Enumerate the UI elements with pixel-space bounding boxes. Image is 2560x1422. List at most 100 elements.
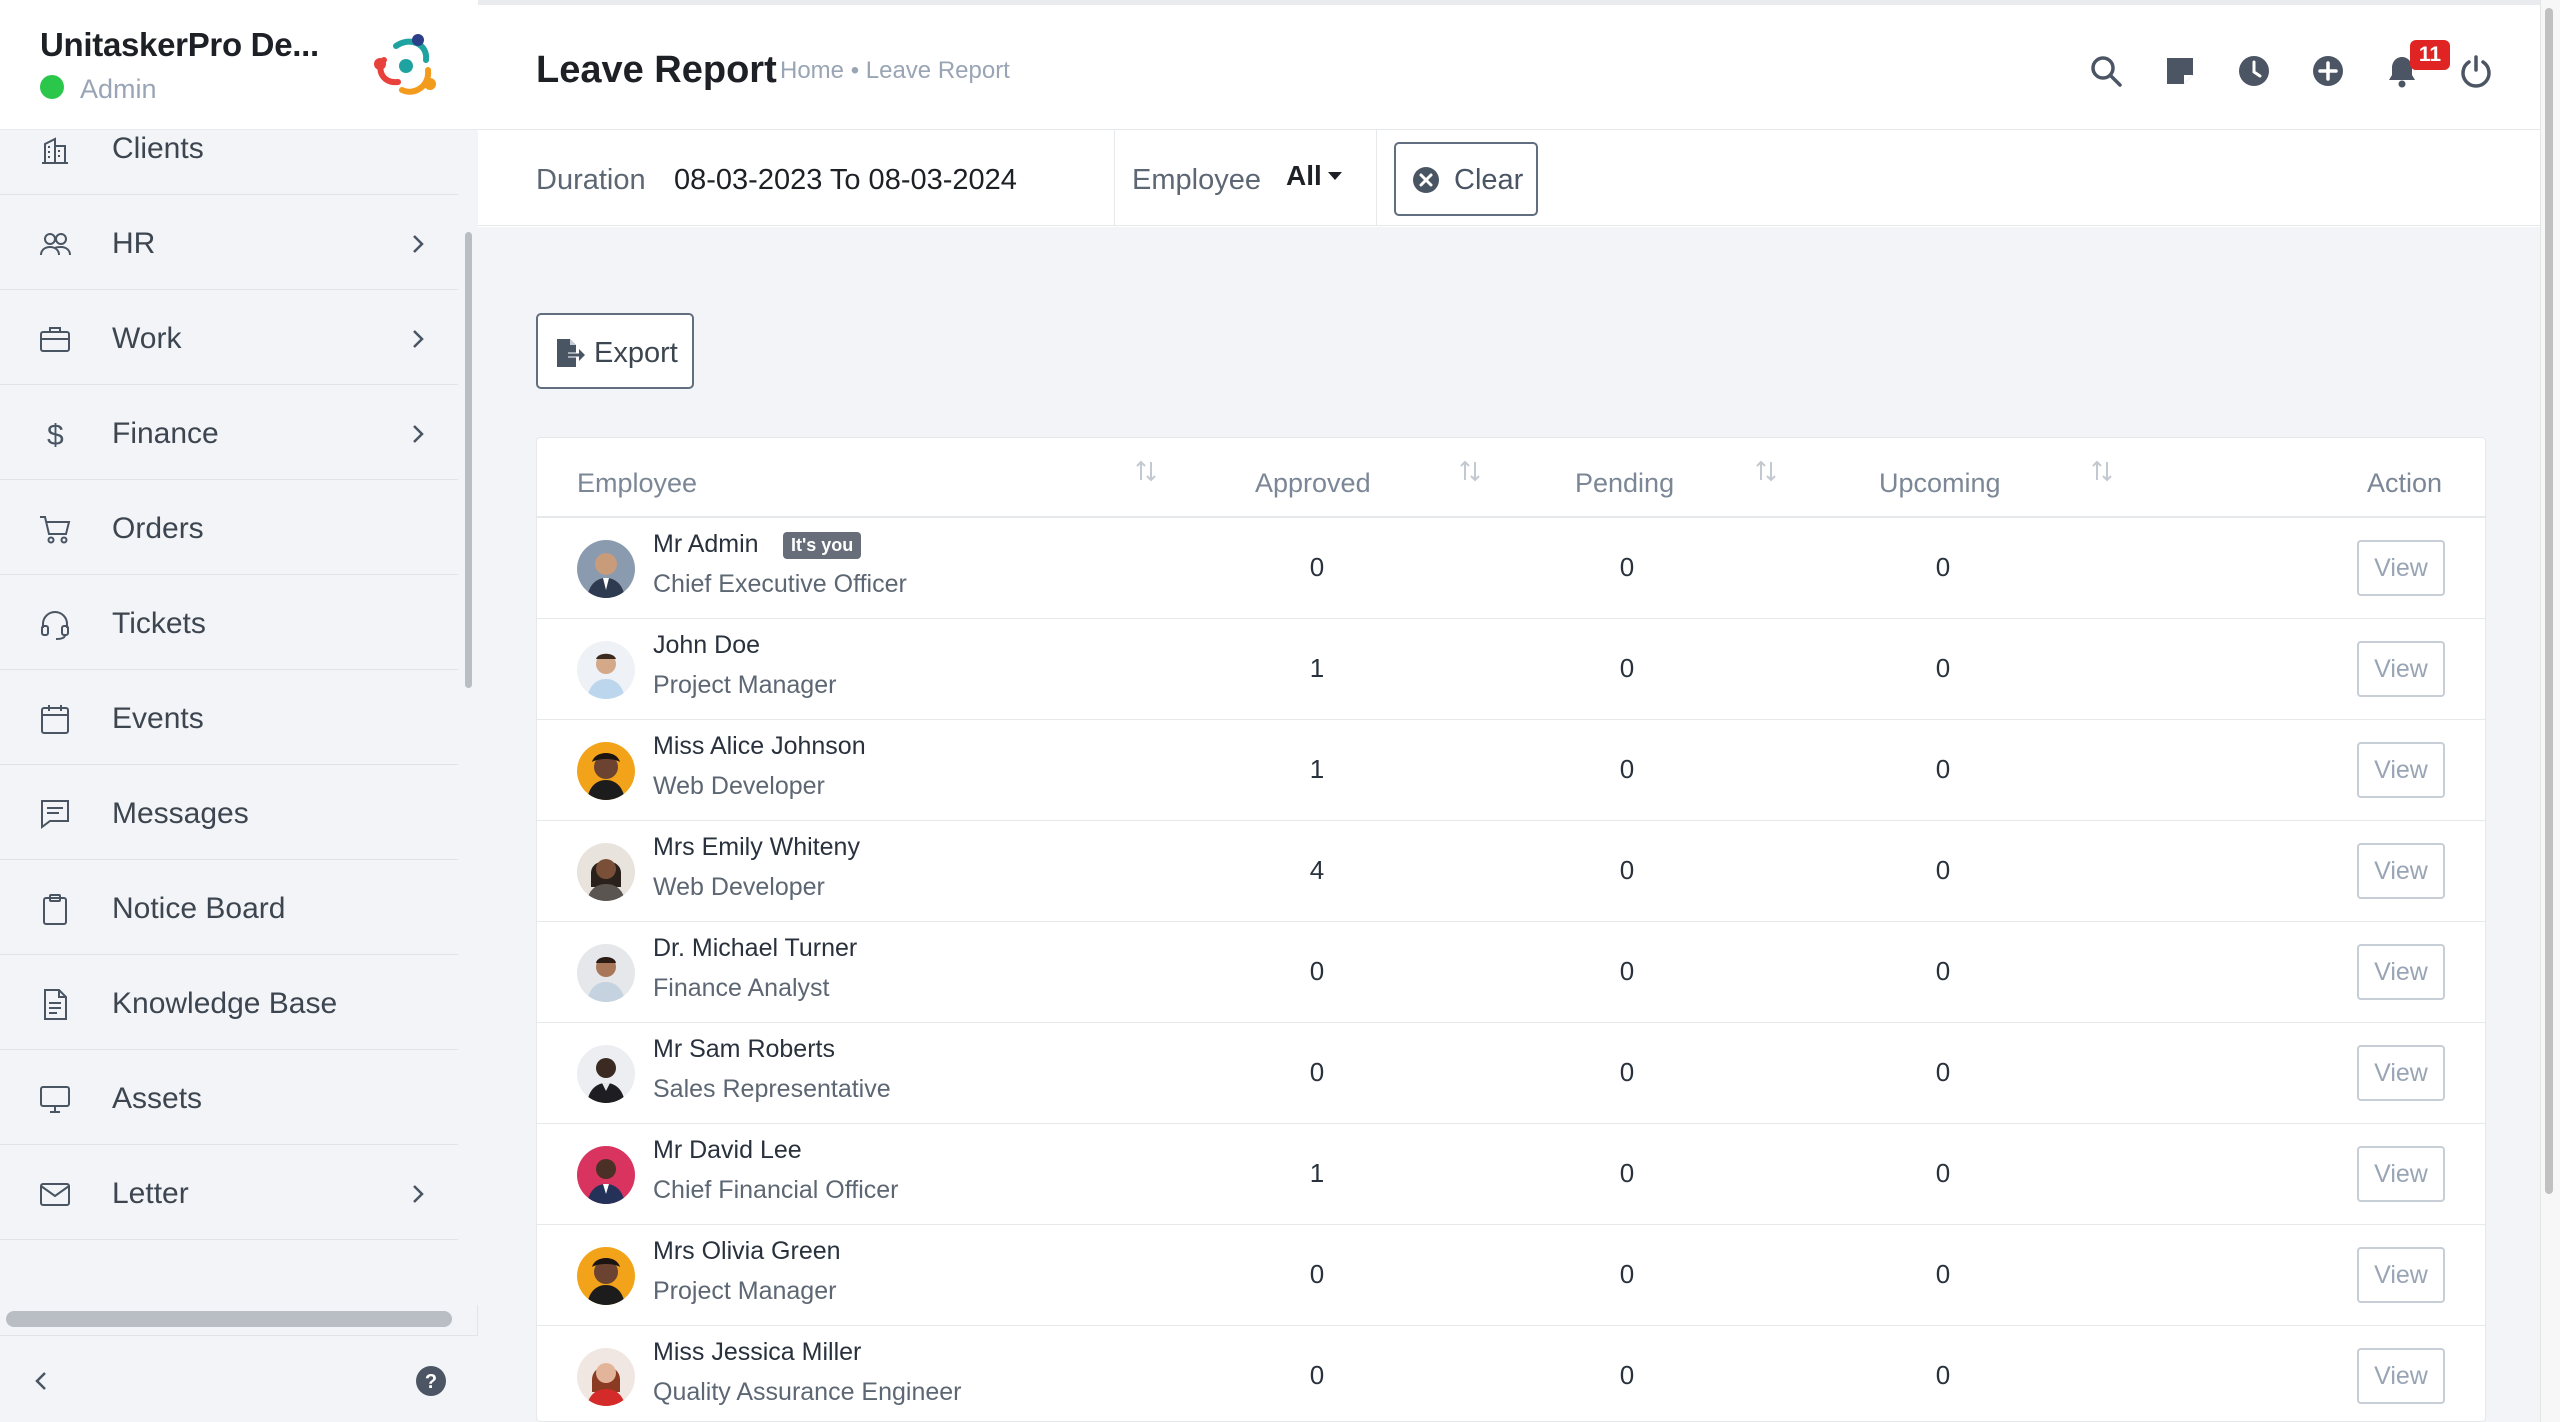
pending-count: 0 bbox=[1619, 1259, 1635, 1289]
avatar[interactable] bbox=[577, 944, 635, 1002]
search-icon[interactable] bbox=[2088, 53, 2124, 89]
avatar[interactable] bbox=[577, 843, 635, 901]
sidebar-item-knowledge-base[interactable]: Knowledge Base bbox=[0, 955, 458, 1050]
sidebar-item-orders[interactable]: Orders bbox=[0, 480, 458, 575]
sidebar-horizontal-scrollbar-thumb[interactable] bbox=[6, 1311, 452, 1327]
breadcrumb[interactable]: Home • Leave Report bbox=[780, 57, 1010, 85]
filter-divider bbox=[1114, 130, 1115, 226]
sidebar-item-label: Orders bbox=[112, 512, 204, 545]
avatar[interactable] bbox=[577, 1146, 635, 1204]
avatar[interactable] bbox=[577, 540, 635, 598]
column-header-action: Action bbox=[2367, 468, 2443, 498]
sidebar-item-events[interactable]: Events bbox=[0, 670, 458, 765]
sidebar-item-assets[interactable]: Assets bbox=[0, 1050, 458, 1145]
view-button[interactable]: View bbox=[2357, 1247, 2445, 1303]
employee-name[interactable]: Miss Jessica Miller bbox=[653, 1338, 861, 1367]
employee-filter-select[interactable]: All bbox=[1286, 160, 1342, 192]
view-button[interactable]: View bbox=[2357, 944, 2445, 1000]
plus-circle-icon[interactable] bbox=[2310, 53, 2346, 89]
view-button[interactable]: View bbox=[2357, 1348, 2445, 1404]
table-row: Mr Admin It's you Chief Executive Office… bbox=[537, 518, 2485, 619]
online-status-indicator bbox=[40, 75, 64, 99]
chevron-right-icon bbox=[406, 229, 430, 259]
avatar[interactable] bbox=[577, 1045, 635, 1103]
view-button[interactable]: View bbox=[2357, 1146, 2445, 1202]
employee-name[interactable]: Mrs Emily Whiteny bbox=[653, 833, 860, 862]
sort-icon[interactable] bbox=[1459, 458, 1481, 484]
chevron-left-icon[interactable] bbox=[28, 1366, 54, 1396]
sidebar-item-finance[interactable]: $ Finance bbox=[0, 385, 458, 480]
view-button[interactable]: View bbox=[2357, 641, 2445, 697]
employee-name[interactable]: Mrs Olivia Green bbox=[653, 1237, 841, 1266]
upcoming-count: 0 bbox=[1935, 653, 1951, 683]
export-button[interactable]: Export bbox=[536, 313, 694, 389]
company-logo[interactable] bbox=[370, 30, 442, 102]
leave-report-table: Employee Approved Pending Upcoming Actio… bbox=[536, 437, 2486, 1422]
employee-role: Project Manager bbox=[653, 1277, 837, 1305]
employee-name[interactable]: Mr Sam Roberts bbox=[653, 1035, 835, 1064]
svg-text:$: $ bbox=[47, 419, 64, 451]
power-icon[interactable] bbox=[2458, 53, 2494, 89]
company-name[interactable]: UnitaskerPro De... bbox=[40, 26, 319, 64]
approved-count: 1 bbox=[1309, 1158, 1325, 1188]
view-button[interactable]: View bbox=[2357, 742, 2445, 798]
caret-down-icon bbox=[1327, 172, 1342, 180]
column-header-pending[interactable]: Pending bbox=[1575, 468, 1674, 499]
approved-count: 0 bbox=[1309, 1360, 1325, 1390]
document-icon bbox=[38, 987, 72, 1021]
view-button[interactable]: View bbox=[2357, 1045, 2445, 1101]
column-header-upcoming[interactable]: Upcoming bbox=[1879, 468, 2001, 499]
avatar[interactable] bbox=[577, 742, 635, 800]
help-icon[interactable]: ? bbox=[414, 1364, 448, 1398]
employee-name[interactable]: Dr. Michael Turner bbox=[653, 934, 857, 963]
file-export-icon bbox=[554, 337, 588, 369]
sidebar-item-clients[interactable]: Clients bbox=[0, 130, 458, 195]
notification-count-badge: 11 bbox=[2410, 40, 2450, 70]
view-button[interactable]: View bbox=[2357, 843, 2445, 899]
chevron-right-icon bbox=[406, 324, 430, 354]
employee-name[interactable]: Mr Admin bbox=[653, 530, 759, 559]
page-vertical-scrollbar-thumb[interactable] bbox=[2545, 8, 2553, 1194]
avatar[interactable] bbox=[577, 641, 635, 699]
chevron-right-icon bbox=[406, 419, 430, 449]
sticky-note-icon[interactable] bbox=[2162, 53, 2198, 89]
sidebar-item-letter[interactable]: Letter bbox=[0, 1145, 458, 1240]
table-row: Mr David Lee Chief Financial Officer 1 0… bbox=[537, 1124, 2485, 1225]
avatar[interactable] bbox=[577, 1348, 635, 1406]
sidebar-vertical-scrollbar-thumb[interactable] bbox=[465, 232, 472, 688]
sidebar-item-label: HR bbox=[112, 227, 156, 260]
sidebar-item-hr[interactable]: HR bbox=[0, 195, 458, 290]
approved-count: 0 bbox=[1309, 1259, 1325, 1289]
avatar[interactable] bbox=[577, 1247, 635, 1305]
sidebar-header: UnitaskerPro De... Admin bbox=[0, 0, 478, 130]
employee-role: Chief Executive Officer bbox=[653, 570, 907, 598]
employee-name[interactable]: Miss Alice Johnson bbox=[653, 732, 866, 761]
approved-count: 4 bbox=[1309, 855, 1325, 885]
approved-count: 0 bbox=[1309, 552, 1325, 582]
export-label: Export bbox=[594, 337, 678, 369]
times-circle-icon bbox=[1412, 166, 1440, 194]
employee-filter-label: Employee bbox=[1132, 164, 1261, 196]
sort-icon[interactable] bbox=[1755, 458, 1777, 484]
view-button[interactable]: View bbox=[2357, 540, 2445, 596]
sidebar-item-notice-board[interactable]: Notice Board bbox=[0, 860, 458, 955]
employee-name[interactable]: Mr David Lee bbox=[653, 1136, 802, 1165]
clear-filters-button[interactable]: Clear bbox=[1394, 142, 1538, 216]
clock-icon[interactable] bbox=[2236, 53, 2272, 89]
employee-role: Project Manager bbox=[653, 671, 837, 699]
sidebar-item-messages[interactable]: Messages bbox=[0, 765, 458, 860]
column-header-employee[interactable]: Employee bbox=[577, 468, 697, 499]
sort-icon[interactable] bbox=[2091, 458, 2113, 484]
employee-name[interactable]: John Doe bbox=[653, 631, 760, 660]
dollar-icon: $ bbox=[38, 417, 72, 452]
sidebar-nav: Clients HR Work $ Finance Orders Tickets… bbox=[0, 130, 458, 1305]
column-header-approved[interactable]: Approved bbox=[1255, 468, 1371, 499]
sidebar-item-work[interactable]: Work bbox=[0, 290, 458, 385]
sidebar-item-label: Assets bbox=[112, 1082, 203, 1115]
clear-label: Clear bbox=[1454, 164, 1524, 196]
sort-icon[interactable] bbox=[1135, 458, 1157, 484]
pending-count: 0 bbox=[1619, 1360, 1635, 1390]
sidebar: UnitaskerPro De... Admin Clients HR Work… bbox=[0, 0, 478, 1422]
duration-date-range[interactable]: 08-03-2023 To 08-03-2024 bbox=[674, 164, 1017, 197]
sidebar-item-tickets[interactable]: Tickets bbox=[0, 575, 458, 670]
